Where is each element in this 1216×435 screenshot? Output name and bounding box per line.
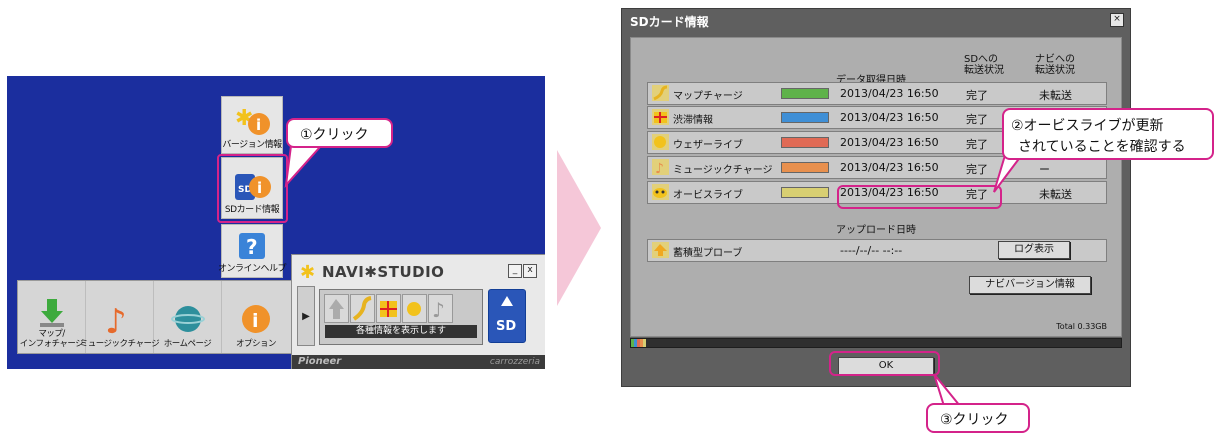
mini-road-icon[interactable] [350, 294, 375, 323]
globe-icon [170, 306, 205, 332]
music-charge-label: ミュージックチャージ [79, 339, 160, 349]
mini-weather-icon[interactable] [402, 294, 427, 323]
online-help-button[interactable]: ? オンラインヘルプ [218, 224, 287, 278]
row-sd-status: 完了 [966, 163, 988, 176]
navi-studio-title: NAVI✱STUDIO [322, 263, 445, 281]
map-download-icon [39, 299, 64, 327]
svg-text:SD: SD [496, 319, 516, 334]
homepage-button[interactable]: ホームページ [154, 281, 222, 353]
online-help-label: オンラインヘルプ [218, 264, 287, 274]
dialog-close-button[interactable]: × [1110, 13, 1124, 27]
header-sd-status-2: 転送状況 [964, 65, 1004, 76]
navi-status-message: 各種情報を表示します [325, 325, 477, 338]
row-color-bar [781, 88, 829, 99]
mini-music-icon[interactable]: ♪ [428, 294, 453, 323]
svg-text:i: i [252, 310, 259, 332]
ok-highlight [829, 351, 940, 376]
total-size: Total 0.33GB [1056, 322, 1107, 331]
svg-text:?: ? [246, 235, 258, 259]
orbis-live-icon [652, 184, 669, 200]
row-date: 2013/04/23 16:50 [840, 136, 939, 149]
map-infocharge-button[interactable]: マップ/ インフォチャージ [18, 281, 86, 353]
navi-logo-icon: ✱ [300, 262, 315, 281]
row-navi-status: 未転送 [1039, 89, 1072, 102]
callout-step-3-text: ③クリック [940, 412, 1009, 428]
info-icon: i [242, 305, 270, 333]
row-color-bar [781, 162, 829, 173]
callout-step-3: ③クリック [926, 403, 1030, 433]
next-step-arrow [557, 150, 601, 306]
navi-studio-window: ✱ NAVI✱STUDIO _ x ▶ ♪ 各種情報を表示します SD Pion… [291, 254, 545, 369]
music-note-icon: ♪ [105, 302, 127, 339]
desktop-screenshot: ✱ i バージョン情報 SD i SDカード情報 ? オンラインヘルプ マップ/ [7, 76, 545, 369]
version-info-label: バージョン情報 [222, 140, 282, 150]
row-name: ミュージックチャージ [673, 165, 773, 176]
row-sd-status: 完了 [966, 89, 988, 102]
sd-card-highlight [217, 154, 288, 223]
row-sd-status: 完了 [966, 113, 988, 126]
header-sd-status-1: SDへの [964, 54, 999, 65]
dialog-title: SDカード情報 [630, 15, 709, 29]
upload-arrow-icon [652, 242, 669, 258]
probe-date: ----/--/-- --:-- [840, 244, 903, 257]
navi-icon-strip: ♪ 各種情報を表示します [319, 289, 483, 345]
row-sd-status: 完了 [966, 138, 988, 151]
data-row: マップチャージ 2013/04/23 16:50 完了 未転送 [647, 82, 1107, 105]
svg-text:♪: ♪ [105, 302, 127, 339]
row-color-bar [781, 112, 829, 123]
log-display-button[interactable]: ログ表示 [998, 241, 1070, 259]
svg-text:✱: ✱ [300, 262, 315, 281]
pioneer-logo: Pioneer [298, 356, 342, 367]
row-navi-status: ー [1039, 163, 1050, 176]
navi-version-info-button[interactable]: ナビバージョン情報 [969, 276, 1091, 294]
row-navi-status: 未転送 [1039, 188, 1072, 201]
row-color-bar [781, 187, 829, 198]
header-navi-status-2: 転送状況 [1035, 65, 1075, 76]
music-charge-icon: ♪ [652, 159, 669, 175]
mini-map-icon[interactable] [324, 294, 349, 323]
probe-name: 蓄積型プローブ [673, 248, 743, 259]
music-charge-button[interactable]: ♪ ミュージックチャージ [80, 281, 160, 353]
orbis-live-highlight [837, 185, 1002, 209]
header-upload-date: アップロード日時 [836, 225, 916, 236]
row-color-bar [781, 137, 829, 148]
callout-step-2-line1: ②オービスライブが更新 [1011, 118, 1164, 134]
option-label: オプション [235, 339, 277, 349]
expand-arrow-button[interactable]: ▶ [297, 286, 315, 346]
storage-usage-bar [630, 338, 1122, 348]
row-date: 2013/04/23 16:50 [840, 87, 939, 100]
map-charge-icon [652, 85, 669, 101]
traffic-icon [652, 109, 669, 125]
weather-icon [652, 134, 669, 150]
launcher-taskbar: マップ/ インフォチャージ ♪ ミュージックチャージ ホームページ i オプショ… [17, 280, 295, 354]
svg-text:♪: ♪ [432, 298, 445, 322]
row-name: マップチャージ [673, 91, 743, 102]
callout-step-2: ②オービスライブが更新 されていることを確認する [1002, 108, 1214, 160]
svg-text:♪: ♪ [655, 161, 664, 175]
mini-traffic-icon[interactable] [376, 294, 401, 323]
carrozzeria-logo: carrozzeria [489, 357, 540, 367]
header-navi-status-1: ナビへの [1035, 54, 1075, 65]
callout-step-2-line2: されていることを確認する [1018, 139, 1186, 155]
row-date: 2013/04/23 16:50 [840, 161, 939, 174]
row-date: 2013/04/23 16:50 [840, 111, 939, 124]
map-infocharge-label-1: マップ/ [38, 329, 65, 339]
callout-step-1: ①クリック [286, 118, 393, 148]
map-infocharge-label-2: インフォチャージ [19, 339, 84, 349]
minimize-button[interactable]: _ [508, 264, 522, 278]
sd-card-icon[interactable]: SD [488, 289, 526, 343]
row-name: 渋滞情報 [673, 115, 713, 126]
version-info-icon: ✱ i [235, 106, 270, 135]
option-button[interactable]: i オプション [222, 281, 290, 353]
navi-footer: Pioneer carrozzeria [292, 355, 545, 369]
version-info-button[interactable]: ✱ i バージョン情報 [221, 96, 283, 154]
homepage-label: ホームページ [163, 339, 212, 349]
svg-text:i: i [256, 116, 261, 134]
close-button[interactable]: x [523, 264, 537, 278]
help-icon: ? [239, 233, 265, 259]
callout-step-1-text: ①クリック [300, 127, 369, 143]
row-name: ウェザーライブ [673, 140, 743, 151]
row-name: オービスライブ [673, 190, 743, 201]
